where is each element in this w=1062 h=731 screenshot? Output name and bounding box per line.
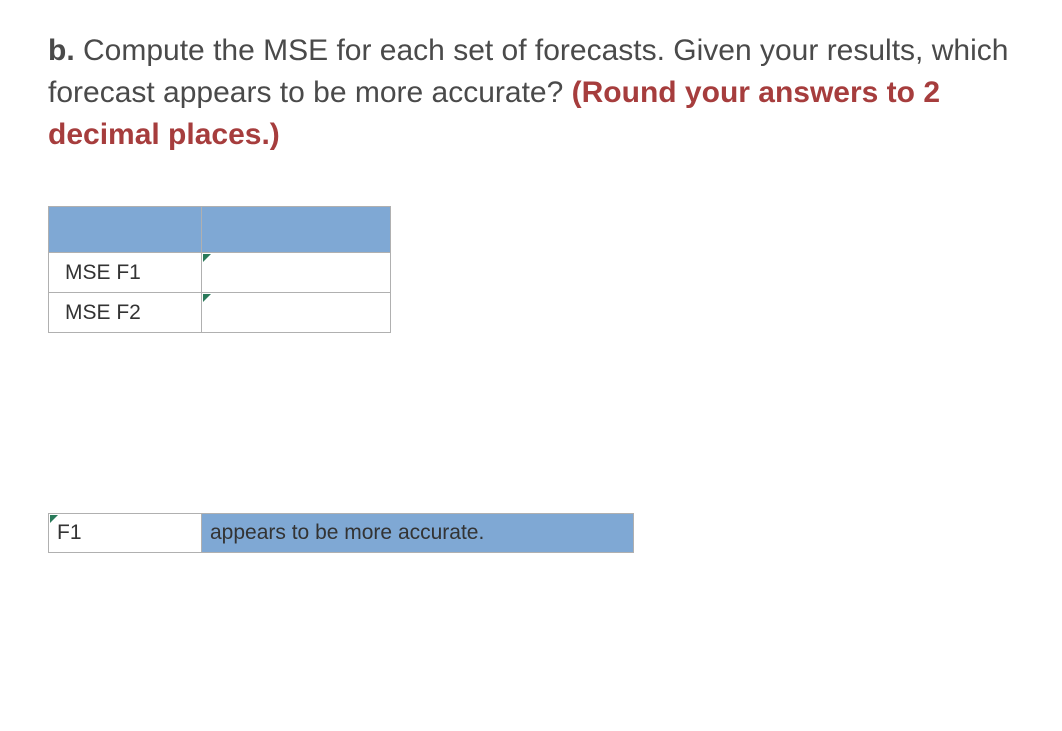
header-cell-left [49,207,202,253]
table-header-row [49,207,391,253]
header-cell-right [202,207,391,253]
input-marker-icon [203,254,211,262]
table-row: MSE F1 [49,253,391,293]
mse-f1-input-cell [202,253,391,293]
input-marker-icon [50,515,58,523]
conclusion-row: appears to be more accurate. [48,513,634,553]
forecast-select-input[interactable] [49,514,201,552]
conclusion-text: appears to be more accurate. [202,514,633,552]
mse-f2-label: MSE F2 [49,293,202,333]
mse-table: MSE F1 MSE F2 [48,206,391,333]
mse-f1-input[interactable] [202,253,390,292]
input-marker-icon [203,294,211,302]
mse-f1-label: MSE F1 [49,253,202,293]
forecast-select-cell [49,514,202,552]
question-prompt: b. Compute the MSE for each set of forec… [48,30,1014,156]
mse-f2-input-cell [202,293,391,333]
question-label: b. [48,34,75,67]
mse-f2-input[interactable] [202,293,390,332]
table-row: MSE F2 [49,293,391,333]
